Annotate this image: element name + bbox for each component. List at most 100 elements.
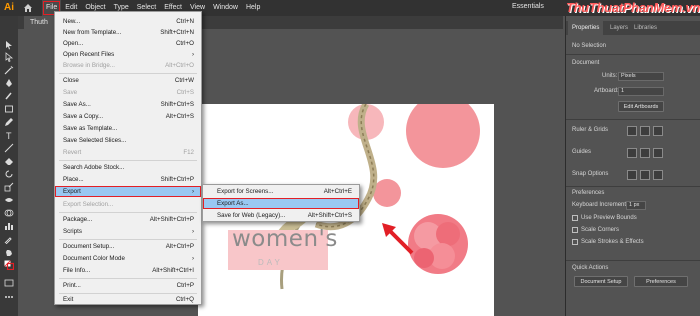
pencil-tool-icon[interactable] — [4, 117, 14, 127]
menu-item-document-setup[interactable]: Document Setup... Alt+Ctrl+P — [55, 241, 201, 252]
menu-item-export-selection[interactable]: Export Selection... — [55, 199, 201, 210]
use-preview-bounds-label: Use Preview Bounds — [581, 215, 637, 221]
document-tab[interactable]: Thuth — [24, 16, 54, 29]
subtitle-text: DAY — [258, 258, 283, 267]
preferences-heading: Preferences — [572, 190, 605, 196]
rotate-tool-icon[interactable] — [4, 169, 14, 179]
hand-tool-icon[interactable] — [4, 247, 14, 257]
menu-item-save-slices[interactable]: Save Selected Slices... — [55, 135, 201, 146]
artboard-label: Artboard: — [594, 88, 619, 94]
pen-tool-icon[interactable] — [4, 78, 14, 88]
width-tool-icon[interactable] — [4, 195, 14, 205]
menu-item-save-as[interactable]: Save As... Shift+Ctrl+S — [55, 99, 201, 110]
menu-item-document-color-mode[interactable]: Document Color Mode › — [55, 253, 201, 264]
scale-corners-checkbox[interactable] — [572, 227, 578, 233]
womens-day-title: women's DAY — [228, 226, 368, 276]
panel-tabs: Properties Layers Libraries — [566, 21, 700, 35]
menu-item-export[interactable]: Export › — [55, 186, 201, 197]
document-heading: Document — [572, 60, 600, 66]
fill-stroke-icon[interactable] — [4, 260, 14, 270]
menu-item-exit[interactable]: Exit Ctrl+Q — [55, 294, 201, 305]
grid-icon[interactable] — [640, 126, 650, 136]
menu-item-open[interactable]: Open... Ctrl+O — [55, 38, 201, 49]
panel-divider — [566, 54, 700, 55]
snap-pixel-icon[interactable] — [653, 170, 663, 180]
menu-item-export-for-screens[interactable]: Export for Screens... Alt+Ctrl+E — [203, 186, 359, 197]
screen-mode-icon[interactable] — [4, 278, 14, 288]
menu-item-close[interactable]: Close Ctrl+W — [55, 75, 201, 86]
snap-grid-icon[interactable] — [640, 170, 650, 180]
direct-selection-tool-icon[interactable] — [4, 52, 14, 62]
menu-help[interactable]: Help — [242, 0, 264, 16]
snap-point-icon[interactable] — [627, 170, 637, 180]
smart-guides-icon[interactable] — [653, 148, 663, 158]
quick-actions-heading: Quick Actions — [572, 265, 609, 271]
menu-item-browse-bridge[interactable]: Browse in Bridge... Alt+Ctrl+O — [55, 60, 201, 71]
scale-strokes-label: Scale Strokes & Effects — [581, 239, 644, 245]
title-text: women's — [232, 226, 338, 252]
rectangle-tool-icon[interactable] — [4, 104, 14, 114]
line-tool-icon[interactable] — [4, 143, 14, 153]
snap-options-heading: Snap Options — [572, 171, 609, 177]
menu-item-save[interactable]: Save Ctrl+S — [55, 87, 201, 98]
selection-status: No Selection — [572, 43, 607, 49]
menu-item-new-from-template[interactable]: New from Template... Shift+Ctrl+N — [55, 27, 201, 38]
menu-item-save-for-web[interactable]: Save for Web (Legacy)... Alt+Shift+Ctrl+S — [203, 210, 359, 221]
menu-item-save-copy[interactable]: Save a Copy... Alt+Ctrl+S — [55, 111, 201, 122]
keyboard-increment-input[interactable]: 1 px — [626, 201, 646, 210]
edit-artboards-button[interactable]: Edit Artboards — [618, 101, 664, 112]
use-preview-bounds-checkbox[interactable] — [572, 215, 578, 221]
menu-item-search-stock[interactable]: Search Adobe Stock... — [55, 162, 201, 173]
scale-tool-icon[interactable] — [4, 182, 14, 192]
properties-panel: Properties Layers Libraries No Selection… — [565, 16, 700, 316]
keyboard-increment-label: Keyboard Increment: — [572, 202, 628, 208]
transparency-grid-icon[interactable] — [653, 126, 663, 136]
brush-tool-icon[interactable] — [4, 91, 14, 101]
magic-wand-icon[interactable] — [4, 65, 14, 75]
graph-tool-icon[interactable] — [4, 221, 14, 231]
selection-tool-icon[interactable] — [4, 40, 14, 50]
menu-separator — [59, 73, 197, 74]
tab-layers[interactable]: Layers — [606, 21, 632, 35]
menu-item-save-template[interactable]: Save as Template... — [55, 123, 201, 134]
menu-item-new[interactable]: New... Ctrl+N — [55, 16, 201, 27]
menu-item-place[interactable]: Place... Shift+Ctrl+P — [55, 174, 201, 185]
menu-item-package[interactable]: Package... Alt+Shift+Ctrl+P — [55, 214, 201, 225]
more-tools-icon[interactable] — [4, 292, 14, 302]
preferences-button[interactable]: Preferences — [634, 276, 688, 287]
ruler-icon[interactable] — [627, 126, 637, 136]
tools-panel: T — [0, 16, 18, 316]
export-submenu: Export for Screens... Alt+Ctrl+E Export A… — [202, 184, 360, 222]
menu-item-file-info[interactable]: File Info... Alt+Shift+Ctrl+I — [55, 265, 201, 276]
menu-window[interactable]: Window — [209, 0, 242, 16]
scale-strokes-checkbox[interactable] — [572, 239, 578, 245]
menu-item-open-recent[interactable]: Open Recent Files › — [55, 49, 201, 60]
shape-builder-icon[interactable] — [4, 208, 14, 218]
artboard-select[interactable]: 1 — [618, 87, 664, 96]
red-arrow-annotation — [382, 223, 414, 255]
type-tool-icon[interactable]: T — [4, 130, 14, 140]
eraser-tool-icon[interactable] — [4, 156, 14, 166]
eyedropper-tool-icon[interactable] — [4, 234, 14, 244]
scale-corners-label: Scale Corners — [581, 227, 620, 233]
panel-divider — [566, 119, 700, 120]
tab-properties[interactable]: Properties — [568, 21, 604, 35]
menu-separator — [59, 239, 197, 240]
illustrator-logo: Ai — [4, 2, 14, 13]
panel-divider — [566, 260, 700, 261]
workspace-switcher[interactable]: Essentials — [512, 3, 544, 10]
document-setup-button[interactable]: Document Setup — [574, 276, 628, 287]
menu-item-print[interactable]: Print... Ctrl+P — [55, 280, 201, 291]
menu-item-export-as[interactable]: Export As... — [203, 198, 359, 209]
menu-separator — [59, 212, 197, 213]
units-select[interactable]: Pixels — [618, 72, 664, 81]
home-icon[interactable] — [23, 3, 33, 13]
menu-separator — [59, 278, 197, 279]
menu-item-scripts[interactable]: Scripts › — [55, 226, 201, 237]
show-guides-icon[interactable] — [627, 148, 637, 158]
ruler-grids-heading: Ruler & Grids — [572, 127, 609, 133]
tab-libraries[interactable]: Libraries — [630, 21, 661, 35]
svg-text:T: T — [6, 131, 12, 140]
lock-guides-icon[interactable] — [640, 148, 650, 158]
menu-item-revert[interactable]: Revert F12 — [55, 147, 201, 158]
